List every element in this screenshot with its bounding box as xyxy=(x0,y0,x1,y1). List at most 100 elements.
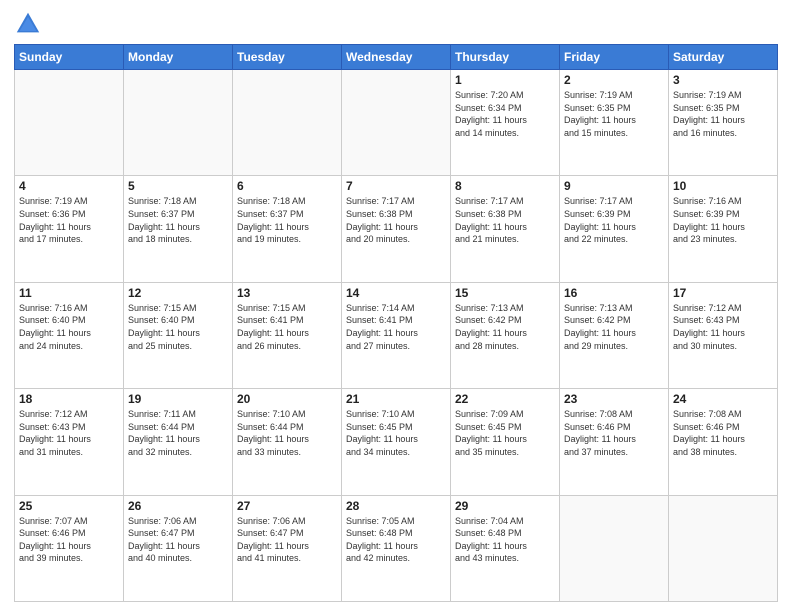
calendar-body: 1 Sunrise: 7:20 AM Sunset: 6:34 PM Daylig… xyxy=(15,70,778,602)
day-number: 24 xyxy=(673,392,773,406)
day-info: Sunrise: 7:06 AM Sunset: 6:47 PM Dayligh… xyxy=(237,515,337,565)
calendar-week-3: 18 Sunrise: 7:12 AM Sunset: 6:43 PM Dayli… xyxy=(15,389,778,495)
day-info: Sunrise: 7:13 AM Sunset: 6:42 PM Dayligh… xyxy=(455,302,555,352)
day-number: 17 xyxy=(673,286,773,300)
calendar-cell: 5 Sunrise: 7:18 AM Sunset: 6:37 PM Daylig… xyxy=(124,176,233,282)
day-info: Sunrise: 7:17 AM Sunset: 6:39 PM Dayligh… xyxy=(564,195,664,245)
day-info: Sunrise: 7:06 AM Sunset: 6:47 PM Dayligh… xyxy=(128,515,228,565)
page: SundayMondayTuesdayWednesdayThursdayFrid… xyxy=(0,0,792,612)
day-number: 20 xyxy=(237,392,337,406)
weekday-header-saturday: Saturday xyxy=(669,45,778,70)
calendar-week-0: 1 Sunrise: 7:20 AM Sunset: 6:34 PM Daylig… xyxy=(15,70,778,176)
weekday-row: SundayMondayTuesdayWednesdayThursdayFrid… xyxy=(15,45,778,70)
day-info: Sunrise: 7:17 AM Sunset: 6:38 PM Dayligh… xyxy=(455,195,555,245)
day-info: Sunrise: 7:20 AM Sunset: 6:34 PM Dayligh… xyxy=(455,89,555,139)
day-number: 23 xyxy=(564,392,664,406)
calendar-cell xyxy=(124,70,233,176)
day-number: 5 xyxy=(128,179,228,193)
calendar-cell xyxy=(669,495,778,601)
day-number: 19 xyxy=(128,392,228,406)
calendar-cell: 16 Sunrise: 7:13 AM Sunset: 6:42 PM Dayli… xyxy=(560,282,669,388)
day-info: Sunrise: 7:12 AM Sunset: 6:43 PM Dayligh… xyxy=(19,408,119,458)
day-number: 2 xyxy=(564,73,664,87)
day-info: Sunrise: 7:07 AM Sunset: 6:46 PM Dayligh… xyxy=(19,515,119,565)
day-info: Sunrise: 7:05 AM Sunset: 6:48 PM Dayligh… xyxy=(346,515,446,565)
day-number: 9 xyxy=(564,179,664,193)
day-number: 21 xyxy=(346,392,446,406)
day-number: 13 xyxy=(237,286,337,300)
day-number: 6 xyxy=(237,179,337,193)
calendar-cell: 14 Sunrise: 7:14 AM Sunset: 6:41 PM Dayli… xyxy=(342,282,451,388)
weekday-header-wednesday: Wednesday xyxy=(342,45,451,70)
day-info: Sunrise: 7:18 AM Sunset: 6:37 PM Dayligh… xyxy=(128,195,228,245)
day-number: 16 xyxy=(564,286,664,300)
day-number: 28 xyxy=(346,499,446,513)
calendar-cell: 27 Sunrise: 7:06 AM Sunset: 6:47 PM Dayli… xyxy=(233,495,342,601)
calendar-cell: 10 Sunrise: 7:16 AM Sunset: 6:39 PM Dayli… xyxy=(669,176,778,282)
day-info: Sunrise: 7:10 AM Sunset: 6:45 PM Dayligh… xyxy=(346,408,446,458)
day-info: Sunrise: 7:08 AM Sunset: 6:46 PM Dayligh… xyxy=(673,408,773,458)
day-info: Sunrise: 7:14 AM Sunset: 6:41 PM Dayligh… xyxy=(346,302,446,352)
day-number: 22 xyxy=(455,392,555,406)
weekday-header-sunday: Sunday xyxy=(15,45,124,70)
calendar-table: SundayMondayTuesdayWednesdayThursdayFrid… xyxy=(14,44,778,602)
calendar-cell: 24 Sunrise: 7:08 AM Sunset: 6:46 PM Dayli… xyxy=(669,389,778,495)
calendar-cell: 12Sunrise: 7:15 AM Sunset: 6:40 PM Dayli… xyxy=(124,282,233,388)
day-info: Sunrise: 7:12 AM Sunset: 6:43 PM Dayligh… xyxy=(673,302,773,352)
day-number: 4 xyxy=(19,179,119,193)
calendar-cell: 18 Sunrise: 7:12 AM Sunset: 6:43 PM Dayli… xyxy=(15,389,124,495)
day-info: Sunrise: 7:16 AM Sunset: 6:40 PM Dayligh… xyxy=(19,302,119,352)
day-number: 26 xyxy=(128,499,228,513)
day-number: 1 xyxy=(455,73,555,87)
day-info: Sunrise: 7:10 AM Sunset: 6:44 PM Dayligh… xyxy=(237,408,337,458)
day-info: Sunrise: 7:17 AM Sunset: 6:38 PM Dayligh… xyxy=(346,195,446,245)
calendar-cell: 6 Sunrise: 7:18 AM Sunset: 6:37 PM Daylig… xyxy=(233,176,342,282)
day-info: Sunrise: 7:18 AM Sunset: 6:37 PM Dayligh… xyxy=(237,195,337,245)
calendar-cell: 15 Sunrise: 7:13 AM Sunset: 6:42 PM Dayli… xyxy=(451,282,560,388)
day-number: 15 xyxy=(455,286,555,300)
day-info: Sunrise: 7:15 AM Sunset: 6:41 PM Dayligh… xyxy=(237,302,337,352)
day-info: Sunrise: 7:19 AM Sunset: 6:35 PM Dayligh… xyxy=(564,89,664,139)
day-number: 12 xyxy=(128,286,228,300)
day-number: 14 xyxy=(346,286,446,300)
calendar-cell: 9 Sunrise: 7:17 AM Sunset: 6:39 PM Daylig… xyxy=(560,176,669,282)
weekday-header-thursday: Thursday xyxy=(451,45,560,70)
calendar-cell: 2 Sunrise: 7:19 AM Sunset: 6:35 PM Daylig… xyxy=(560,70,669,176)
weekday-header-tuesday: Tuesday xyxy=(233,45,342,70)
calendar-cell xyxy=(15,70,124,176)
calendar-cell: 8Sunrise: 7:17 AM Sunset: 6:38 PM Daylig… xyxy=(451,176,560,282)
calendar-cell xyxy=(233,70,342,176)
day-info: Sunrise: 7:16 AM Sunset: 6:39 PM Dayligh… xyxy=(673,195,773,245)
calendar-cell: 26 Sunrise: 7:06 AM Sunset: 6:47 PM Dayli… xyxy=(124,495,233,601)
weekday-header-monday: Monday xyxy=(124,45,233,70)
logo xyxy=(14,10,46,38)
day-info: Sunrise: 7:08 AM Sunset: 6:46 PM Dayligh… xyxy=(564,408,664,458)
calendar-cell: 23 Sunrise: 7:08 AM Sunset: 6:46 PM Dayli… xyxy=(560,389,669,495)
calendar-week-1: 4 Sunrise: 7:19 AM Sunset: 6:36 PM Daylig… xyxy=(15,176,778,282)
calendar-header: SundayMondayTuesdayWednesdayThursdayFrid… xyxy=(15,45,778,70)
day-info: Sunrise: 7:11 AM Sunset: 6:44 PM Dayligh… xyxy=(128,408,228,458)
day-info: Sunrise: 7:19 AM Sunset: 6:36 PM Dayligh… xyxy=(19,195,119,245)
calendar-cell: 28 Sunrise: 7:05 AM Sunset: 6:48 PM Dayli… xyxy=(342,495,451,601)
calendar-cell: 25 Sunrise: 7:07 AM Sunset: 6:46 PM Dayli… xyxy=(15,495,124,601)
day-number: 27 xyxy=(237,499,337,513)
day-info: Sunrise: 7:04 AM Sunset: 6:48 PM Dayligh… xyxy=(455,515,555,565)
day-number: 3 xyxy=(673,73,773,87)
calendar-cell: 7 Sunrise: 7:17 AM Sunset: 6:38 PM Daylig… xyxy=(342,176,451,282)
day-number: 29 xyxy=(455,499,555,513)
calendar-cell: 21 Sunrise: 7:10 AM Sunset: 6:45 PM Dayli… xyxy=(342,389,451,495)
calendar-week-4: 25 Sunrise: 7:07 AM Sunset: 6:46 PM Dayli… xyxy=(15,495,778,601)
day-number: 25 xyxy=(19,499,119,513)
calendar-cell: 17 Sunrise: 7:12 AM Sunset: 6:43 PM Dayli… xyxy=(669,282,778,388)
calendar-cell: 11 Sunrise: 7:16 AM Sunset: 6:40 PM Dayli… xyxy=(15,282,124,388)
day-number: 18 xyxy=(19,392,119,406)
day-number: 10 xyxy=(673,179,773,193)
day-info: Sunrise: 7:19 AM Sunset: 6:35 PM Dayligh… xyxy=(673,89,773,139)
day-info: Sunrise: 7:13 AM Sunset: 6:42 PM Dayligh… xyxy=(564,302,664,352)
calendar-cell xyxy=(560,495,669,601)
day-number: 11 xyxy=(19,286,119,300)
calendar-cell: 3 Sunrise: 7:19 AM Sunset: 6:35 PM Daylig… xyxy=(669,70,778,176)
header xyxy=(14,10,778,38)
calendar-week-2: 11 Sunrise: 7:16 AM Sunset: 6:40 PM Dayli… xyxy=(15,282,778,388)
day-number: 7 xyxy=(346,179,446,193)
